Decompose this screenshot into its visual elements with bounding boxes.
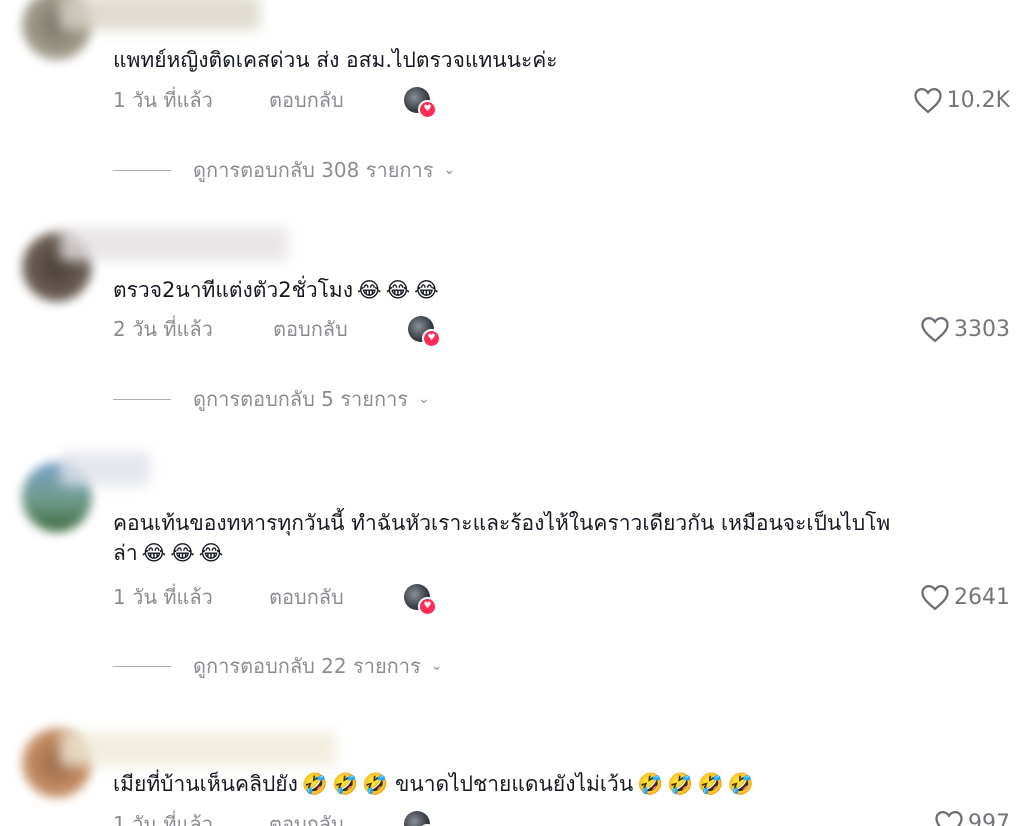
comment-meta: 1 วัน ที่แล้ว ตอบกลับ ♥ — [113, 84, 437, 119]
divider-line — [113, 169, 171, 171]
comment-meta: 1 วัน ที่แล้ว ตอบกลับ ♥ — [113, 808, 437, 826]
comment-text-content: ขนาดไปชายแดนยังไม่เว้น — [394, 772, 634, 796]
like-count: 997 — [968, 810, 1010, 826]
creator-liked-avatar: ♥ — [408, 316, 441, 348]
view-replies-button[interactable]: ดูการตอบกลับ 5 รายการ ⌄ — [113, 385, 430, 413]
comment-text-line: ล่า 😂 😂 😂 — [113, 538, 1013, 568]
like-button[interactable]: 10.2K — [913, 85, 1010, 115]
chevron-down-icon: ⌄ — [443, 162, 456, 178]
chevron-down-icon: ⌄ — [418, 391, 430, 407]
laughing-emoji: 😂 — [141, 541, 167, 565]
rofl-emoji: 🤣 — [697, 772, 724, 796]
like-count: 10.2K — [946, 87, 1010, 113]
comment-time: 1 วัน ที่แล้ว — [113, 585, 213, 609]
creator-liked-avatar: ♥ — [404, 811, 437, 826]
heart-outline-icon — [913, 87, 942, 114]
reply-button[interactable]: ตอบกลับ — [269, 808, 404, 826]
rofl-emoji: 🤣 — [667, 772, 694, 796]
username-blurred[interactable] — [60, 227, 288, 261]
view-replies-button[interactable]: ดูการตอบกลับ 22 รายการ ⌄ — [113, 652, 443, 680]
comment-text: เมียที่บ้านเห็นคลิปยัง 🤣 🤣 🤣 ขนาดไปชายแดนยั… — [113, 769, 1013, 799]
comment-text-line: คอนเท้นของทหารทุกวันนี้ ทำฉันหัวเราะและร… — [113, 511, 891, 535]
heart-outline-icon — [921, 584, 949, 611]
comment-time: 2 วัน ที่แล้ว — [113, 317, 213, 341]
reply-button[interactable]: ตอบกลับ — [273, 313, 408, 345]
laughing-emoji: 😂 — [385, 278, 411, 302]
comment-time: 1 วัน ที่แล้ว — [113, 88, 213, 112]
heart-outline-icon — [921, 316, 949, 343]
creator-liked-avatar: ♥ — [404, 584, 437, 616]
rofl-emoji: 🤣 — [727, 772, 754, 796]
username-blurred[interactable] — [60, 0, 260, 30]
laughing-emoji: 😂 — [170, 541, 195, 565]
comment-text: คอนเท้นของทหารทุกวันนี้ ทำฉันหัวเราะและร… — [113, 508, 1013, 568]
comment-meta: 1 วัน ที่แล้ว ตอบกลับ ♥ — [113, 581, 437, 616]
laughing-emoji: 😂 — [414, 278, 439, 302]
like-count: 3303 — [954, 316, 1010, 342]
like-count: 2641 — [954, 584, 1010, 610]
laughing-emoji: 😂 — [357, 278, 382, 302]
rofl-emoji: 🤣 — [331, 772, 359, 796]
divider-line — [113, 398, 171, 400]
view-replies-label: ดูการตอบกลับ 308 รายการ — [193, 158, 434, 182]
comment-time: 1 วัน ที่แล้ว — [113, 812, 213, 826]
like-button[interactable]: 3303 — [920, 314, 1010, 344]
comment-text-content: ล่า — [113, 541, 138, 565]
comment-text-content: ตรวจ2นาทีแต่งตัว2ชั่วโมง — [113, 278, 354, 302]
rofl-emoji: 🤣 — [362, 772, 389, 796]
like-button[interactable]: 997 — [934, 808, 1010, 826]
creator-liked-avatar: ♥ — [404, 87, 437, 119]
comment-text: ตรวจ2นาทีแต่งตัว2ชั่วโมง 😂 😂 😂 — [113, 275, 1013, 305]
reply-button[interactable]: ตอบกลับ — [269, 581, 404, 613]
comment-text-content: แพทย์หญิงติดเคสด่วน ส่ง อสม.ไปตรวจแทนนะค… — [113, 48, 558, 72]
heart-icon: ♥ — [418, 100, 437, 119]
heart-outline-icon — [935, 810, 963, 826]
chevron-down-icon: ⌄ — [430, 658, 443, 674]
view-replies-label: ดูการตอบกลับ 5 รายการ — [193, 387, 409, 411]
username-blurred[interactable] — [60, 732, 336, 766]
username-blurred[interactable] — [60, 452, 150, 486]
like-button[interactable]: 2641 — [920, 582, 1010, 612]
rofl-emoji: 🤣 — [301, 772, 328, 796]
comment-meta: 2 วัน ที่แล้ว ตอบกลับ ♥ — [113, 313, 441, 348]
comment-text-content: เมียที่บ้านเห็นคลิปยัง — [113, 772, 298, 796]
view-replies-label: ดูการตอบกลับ 22 รายการ — [193, 654, 421, 678]
view-replies-button[interactable]: ดูการตอบกลับ 308 รายการ ⌄ — [113, 156, 455, 184]
reply-button[interactable]: ตอบกลับ — [269, 84, 404, 116]
comments-panel: แพทย์หญิงติดเคสด่วน ส่ง อสม.ไปตรวจแทนนะค… — [0, 0, 1024, 826]
comment-text: แพทย์หญิงติดเคสด่วน ส่ง อสม.ไปตรวจแทนนะค… — [113, 45, 1013, 75]
heart-icon: ♥ — [418, 597, 437, 616]
heart-icon: ♥ — [422, 329, 441, 348]
rofl-emoji: 🤣 — [637, 772, 664, 796]
laughing-emoji: 😂 — [198, 541, 224, 565]
divider-line — [113, 665, 171, 667]
